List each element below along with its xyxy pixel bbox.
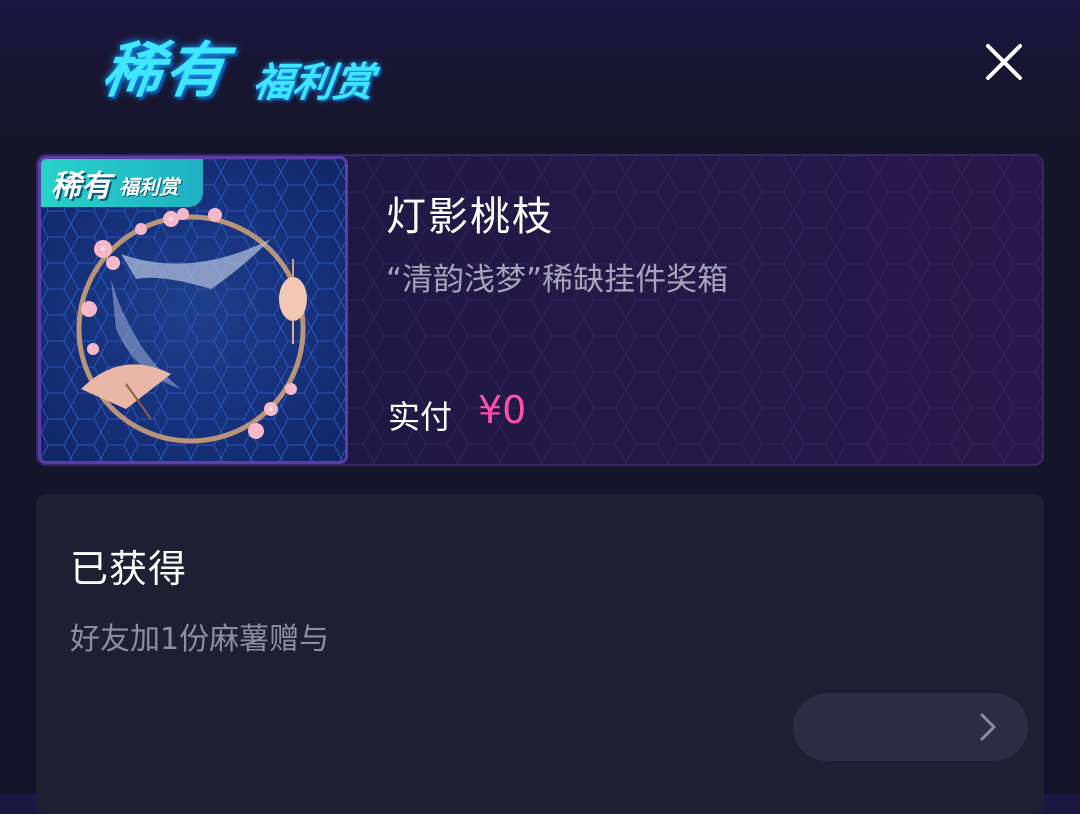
logo-text-small: 福利赏 xyxy=(250,60,377,106)
pay-label: 实付 xyxy=(388,398,453,436)
status-panel: 已获得 好友加1份麻薯赠与 xyxy=(36,494,1044,814)
badge-text-big: 稀有 xyxy=(51,169,111,204)
reward-image: 稀有 福利赏 xyxy=(38,156,348,464)
pay-value: ¥0 xyxy=(478,388,527,432)
reward-card: 稀有 福利赏 灯影桃枝 “清韵浅梦”稀缺挂件奖箱 实付 ¥0 xyxy=(36,154,1044,466)
status-subtitle: 好友加1份麻薯赠与 xyxy=(70,622,330,657)
chevron-right-icon xyxy=(980,713,996,741)
close-icon xyxy=(986,44,1022,80)
reward-badge: 稀有 福利赏 xyxy=(41,159,203,207)
status-title: 已获得 xyxy=(70,547,188,591)
item-description: “清韵浅梦”稀缺挂件奖箱 xyxy=(386,262,729,298)
badge-text-small: 福利赏 xyxy=(119,175,179,199)
page-logo: 稀有 福利赏 xyxy=(98,22,404,106)
item-name: 灯影桃枝 xyxy=(386,194,554,240)
logo-text-big: 稀有 xyxy=(98,36,233,106)
status-action-button[interactable] xyxy=(793,693,1028,761)
close-button[interactable] xyxy=(980,38,1028,86)
